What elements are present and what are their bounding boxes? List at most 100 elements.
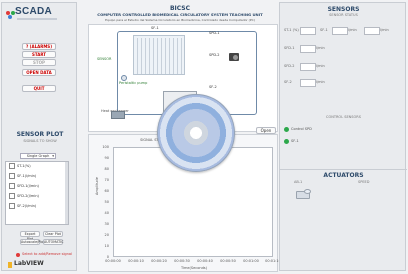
signal-item[interactable]: SF-2(l/min) <box>9 203 63 210</box>
x-tick-label: 00:00:00 <box>105 259 121 263</box>
x-tick-label: 00:00:10 <box>128 259 144 263</box>
signal-item-label: SF-1(l/min) <box>17 174 37 178</box>
x-axis: 00:00:00 00:00:10 00:00:20 00:00:30 00:0… <box>105 259 281 265</box>
logo-underline <box>17 18 57 20</box>
autoscale-mode-select[interactable]: AUTOMATIC <box>43 239 63 245</box>
actuator-label: SPEED <box>358 180 370 184</box>
y-tick-label: 50 <box>104 200 109 204</box>
labview-icon <box>8 262 12 268</box>
y-tick-label: 80 <box>104 167 109 171</box>
start-button[interactable]: START <box>22 51 56 58</box>
logo-dot-icon <box>8 15 12 19</box>
y-tick-label: 40 <box>104 211 109 215</box>
signal-item[interactable]: SFD-2(l/min) <box>9 193 63 200</box>
open-button[interactable]: Open <box>256 127 276 134</box>
diagram-label-sf1: SF-1 <box>151 26 159 30</box>
graph-mode-select-value: Single Graph <box>26 154 50 158</box>
sensor-value-box <box>300 27 316 35</box>
checkbox[interactable] <box>9 193 15 199</box>
sensor-unit: l/min <box>380 28 389 32</box>
x-tick-label: 00:00:20 <box>151 259 167 263</box>
left-panel: SCADA ? (ALARMS) START STOP OPEN DATA QU… <box>1 2 77 271</box>
sensor-unit: l/min <box>316 80 325 84</box>
control-sensors-title: CONTROL SENSORS <box>326 115 361 119</box>
x-tick-label: 00:00:40 <box>197 259 213 263</box>
logo-text: SCADA <box>15 6 53 17</box>
scada-logo: SCADA <box>6 6 76 24</box>
heat-exchanger-icon <box>111 111 125 119</box>
pump-icon <box>121 75 127 81</box>
quit-button[interactable]: QUIT <box>22 85 56 92</box>
diagram-label-sensor: SENSOR <box>97 57 112 61</box>
control-led-icon <box>284 127 289 132</box>
status-text: Select to add/Remove signal <box>22 252 72 256</box>
sensors-subtitle: SENSOR STATUS <box>329 13 358 17</box>
y-axis: 100 90 80 70 60 50 40 30 20 10 0 <box>93 145 111 259</box>
diagram-label-sf2: SF-2 <box>209 85 217 89</box>
graph-mode-select[interactable]: Single Graph ▾ <box>20 153 56 159</box>
export-plot-button[interactable]: Export Plot <box>20 231 40 241</box>
autoscale-plot-button[interactable]: Autoscale/Plot <box>20 239 44 245</box>
y-tick-label: 30 <box>104 222 109 226</box>
signal-list[interactable]: ST-1(%) SF-1(l/min) SFD-1(l/min) SFD-2(l… <box>5 161 69 225</box>
sensor-value-box <box>300 63 316 71</box>
signal-item-label: ST-1(%) <box>17 164 31 168</box>
open-data-button[interactable]: OPEN DATA <box>22 69 56 76</box>
control-led-icon <box>284 139 289 144</box>
status-led-icon <box>16 253 20 257</box>
vessel-bank <box>133 35 185 75</box>
signal-item-label: SF-2(l/min) <box>17 204 37 208</box>
cd-disc-icon <box>157 94 235 172</box>
sensor-plot-title: SENSOR PLOT <box>16 131 64 138</box>
sensor-value-box <box>300 79 316 87</box>
sensor-value-box <box>364 27 380 35</box>
signal-item[interactable]: ST-1(%) <box>9 163 63 170</box>
y-tick-label: 20 <box>104 233 109 237</box>
sensor-unit: l/min <box>316 64 325 68</box>
sensor-value-box <box>332 27 348 35</box>
sensor-readouts: ST-1 (%) SF-1 l/min l/min SFD-1 l/min SF… <box>284 21 404 91</box>
diagram-label-spd2: SPD-2 <box>209 53 220 57</box>
clear-plot-button[interactable]: Clear Plot <box>43 231 63 237</box>
sensor-plot-subtitle: SIGNALS TO SHOW <box>23 139 57 143</box>
app-title-main: COMPUTER CONTROLLED BIOMEDICAL CIRCULATO… <box>97 12 263 17</box>
control-item-label: Control SPD <box>291 127 312 131</box>
x-tick-label: 00:01:00 <box>243 259 259 263</box>
signal-item[interactable]: SF-1(l/min) <box>9 173 63 180</box>
y-tick-label: 10 <box>104 244 109 248</box>
labview-logo: LabVIEW <box>14 260 44 267</box>
sensor-label: SF-1 <box>320 28 328 32</box>
sensor-unit: l/min <box>348 28 357 32</box>
app-title-short: BICSC <box>169 5 191 12</box>
app-title-sub: Equipo para el Estudio del Sistema Circu… <box>105 18 255 22</box>
y-tick-label: 70 <box>104 178 109 182</box>
checkbox[interactable] <box>9 183 15 189</box>
valve-actuator-icon <box>304 189 311 194</box>
y-tick-label: 100 <box>102 145 109 149</box>
diagram-label-pump: Peristaltic pump <box>119 81 148 85</box>
sensor-label: SFD-1 <box>284 46 295 50</box>
sensors-title: SENSORS <box>327 6 360 13</box>
alarms-button[interactable]: ? (ALARMS) <box>22 43 56 50</box>
checkbox[interactable] <box>9 173 15 179</box>
sensor-unit: l/min <box>316 46 325 50</box>
sensor-value-box <box>300 45 316 53</box>
y-tick-label: 90 <box>104 156 109 160</box>
actuator-label: AB-1 <box>294 180 303 184</box>
stop-button[interactable]: STOP <box>22 59 56 66</box>
checkbox[interactable] <box>9 203 15 209</box>
chevron-down-icon: ▾ <box>52 154 54 158</box>
control-item-label: SF-1 <box>291 139 299 143</box>
sensor-label: SF-2 <box>284 80 292 84</box>
camera-lens-icon <box>233 55 238 60</box>
checkbox[interactable] <box>9 163 15 169</box>
y-tick-label: 60 <box>104 189 109 193</box>
scrollbar[interactable] <box>65 162 68 224</box>
divider <box>280 169 407 170</box>
signal-item[interactable]: SFD-1(l/min) <box>9 183 63 190</box>
x-tick-label: 00:00:30 <box>174 259 190 263</box>
sensor-label: ST-1 (%) <box>284 28 299 32</box>
signal-item-label: SFD-1(l/min) <box>17 184 39 188</box>
diagram-label-spd1: SPD-1 <box>209 31 220 35</box>
x-axis-label: Time(Seconds) <box>180 266 207 270</box>
